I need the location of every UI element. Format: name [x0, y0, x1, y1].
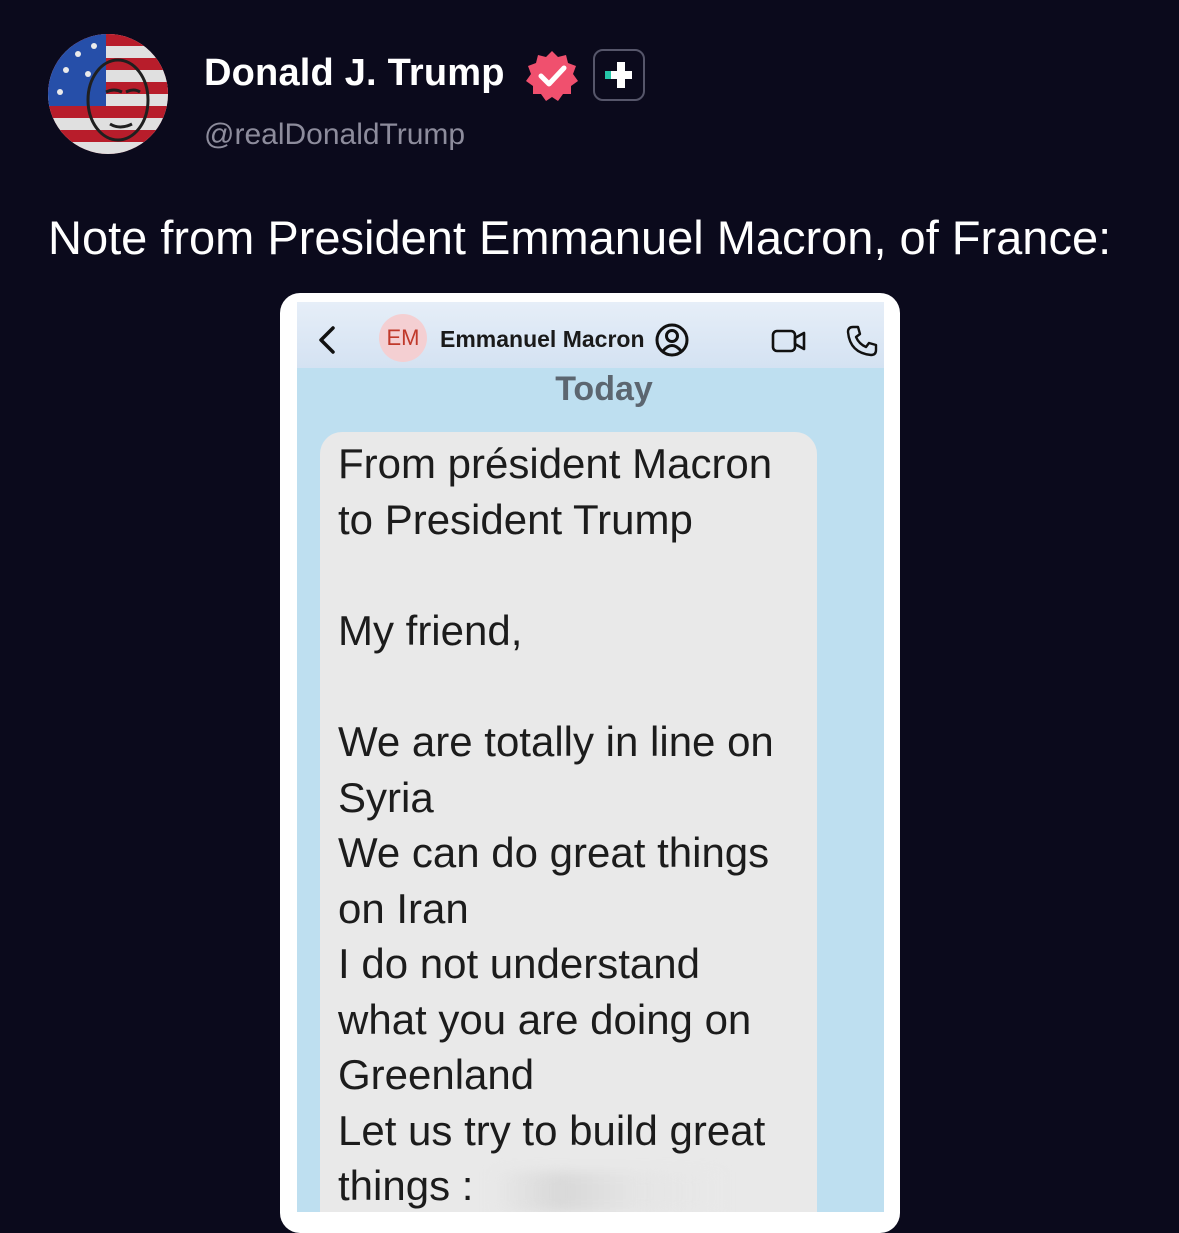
contact-name: Emmanuel Macron: [440, 326, 645, 352]
message-line: things :: [338, 1162, 474, 1209]
contact-info-icon: [655, 323, 689, 357]
plus-badge-icon[interactable]: [593, 49, 645, 101]
video-call-icon: [771, 329, 806, 353]
post-text: Note from President Emmanuel Macron, of …: [48, 211, 1112, 264]
message-line: We are totally in line on: [338, 718, 774, 765]
message-line: My friend,: [338, 607, 523, 654]
avatar-image: [48, 34, 168, 154]
message-line: I do not understand: [338, 940, 700, 987]
blurred-redaction: [492, 1172, 722, 1212]
message-screenshot: EM Emmanuel Macron Today From président …: [297, 302, 884, 1212]
phone-icon: [846, 325, 878, 357]
message-line: to President Trump: [338, 496, 693, 543]
contact-avatar: EM: [379, 314, 427, 362]
verified-badge-icon: [524, 48, 580, 104]
message-line: We can do great things: [338, 829, 770, 876]
message-bubble: From président Macron to President Trump…: [320, 432, 817, 1212]
message-line: what you are doing on: [338, 996, 752, 1043]
message-line: Let us try to build great: [338, 1107, 766, 1154]
profile-avatar[interactable]: [48, 34, 168, 154]
author-name[interactable]: Donald J. Trump: [204, 52, 505, 95]
message-header: EM Emmanuel Macron: [297, 302, 884, 368]
message-line: From président Macron: [338, 440, 773, 487]
message-line: Syria: [338, 774, 434, 821]
message-line: Greenland: [338, 1051, 535, 1098]
back-chevron-icon: [319, 326, 335, 354]
author-handle[interactable]: @realDonaldTrump: [204, 118, 465, 152]
date-separator: Today: [555, 370, 653, 408]
post-image-attachment[interactable]: EM Emmanuel Macron Today From président …: [280, 293, 900, 1233]
message-line: on Iran: [338, 885, 469, 932]
